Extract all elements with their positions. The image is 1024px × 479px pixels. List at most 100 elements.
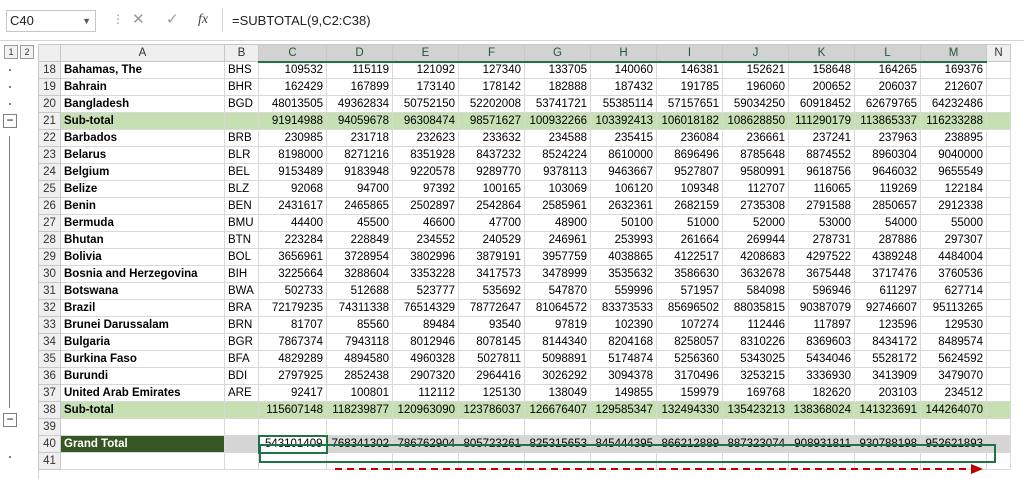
row-header[interactable]: 39 bbox=[38, 418, 61, 436]
row-header[interactable]: 36 bbox=[38, 367, 61, 385]
country-name-cell[interactable]: Belarus bbox=[60, 146, 225, 164]
empty-cell[interactable] bbox=[986, 333, 1011, 351]
column-header-k[interactable]: K bbox=[788, 44, 855, 63]
empty-cell[interactable] bbox=[986, 350, 1011, 368]
value-cell[interactable]: 2632361 bbox=[590, 197, 657, 215]
active-cell[interactable]: 543101409 bbox=[257, 434, 328, 454]
country-code-cell[interactable]: BFA bbox=[224, 350, 259, 368]
value-cell[interactable] bbox=[524, 418, 591, 436]
value-cell[interactable]: 8437232 bbox=[458, 146, 525, 164]
value-cell[interactable]: 571957 bbox=[656, 282, 723, 300]
column-header-d[interactable]: D bbox=[326, 44, 393, 63]
value-cell[interactable]: 53741721 bbox=[524, 95, 591, 113]
value-cell[interactable]: 535692 bbox=[458, 282, 525, 300]
country-code-cell[interactable] bbox=[224, 435, 259, 453]
country-name-cell[interactable]: Bermuda bbox=[60, 214, 225, 232]
value-cell[interactable]: 100932266 bbox=[524, 112, 591, 130]
value-cell[interactable]: 122184 bbox=[920, 180, 987, 198]
column-header-a[interactable]: A bbox=[60, 44, 225, 62]
country-name-cell[interactable]: Bangladesh bbox=[60, 95, 225, 113]
value-cell[interactable]: 53000 bbox=[788, 214, 855, 232]
value-cell[interactable]: 100165 bbox=[458, 180, 525, 198]
row-header[interactable]: 27 bbox=[38, 214, 61, 232]
value-cell[interactable]: 9463667 bbox=[590, 163, 657, 181]
country-name-cell[interactable]: Bolivia bbox=[60, 248, 225, 266]
value-cell[interactable]: 133705 bbox=[524, 61, 591, 79]
value-cell[interactable]: 52000 bbox=[722, 214, 789, 232]
value-cell[interactable]: 805723261 bbox=[458, 435, 525, 453]
value-cell[interactable]: 502733 bbox=[258, 282, 327, 300]
row-header[interactable]: 18 bbox=[38, 61, 61, 79]
value-cell[interactable]: 96308474 bbox=[392, 112, 459, 130]
value-cell[interactable]: 126676407 bbox=[524, 401, 591, 419]
value-cell[interactable]: 237241 bbox=[788, 129, 855, 147]
value-cell[interactable]: 2431617 bbox=[258, 197, 327, 215]
column-header-c[interactable]: C bbox=[258, 44, 327, 63]
country-name-cell[interactable]: Bulgaria bbox=[60, 333, 225, 351]
value-cell[interactable]: 4894580 bbox=[326, 350, 393, 368]
country-name-cell[interactable] bbox=[60, 418, 225, 436]
value-cell[interactable]: 141323691 bbox=[854, 401, 921, 419]
column-header-m[interactable]: M bbox=[920, 44, 987, 63]
value-cell[interactable]: 212607 bbox=[920, 78, 987, 96]
value-cell[interactable]: 98571627 bbox=[458, 112, 525, 130]
value-cell[interactable]: 768341302 bbox=[326, 435, 393, 453]
value-cell[interactable]: 269944 bbox=[722, 231, 789, 249]
column-header-f[interactable]: F bbox=[458, 44, 525, 63]
value-cell[interactable]: 236661 bbox=[722, 129, 789, 147]
value-cell[interactable]: 91914988 bbox=[258, 112, 327, 130]
value-cell[interactable]: 191785 bbox=[656, 78, 723, 96]
value-cell[interactable] bbox=[590, 418, 657, 436]
value-cell[interactable]: 158648 bbox=[788, 61, 855, 79]
empty-cell[interactable] bbox=[986, 418, 1011, 436]
value-cell[interactable]: 81064572 bbox=[524, 299, 591, 317]
value-cell[interactable]: 3728954 bbox=[326, 248, 393, 266]
value-cell[interactable]: 115119 bbox=[326, 61, 393, 79]
value-cell[interactable]: 4389248 bbox=[854, 248, 921, 266]
value-cell[interactable]: 116065 bbox=[788, 180, 855, 198]
value-cell[interactable]: 233632 bbox=[458, 129, 525, 147]
value-cell[interactable]: 8271216 bbox=[326, 146, 393, 164]
country-name-cell[interactable]: Barbados bbox=[60, 129, 225, 147]
row-header[interactable]: 24 bbox=[38, 163, 61, 181]
select-all-corner[interactable] bbox=[38, 44, 61, 62]
value-cell[interactable]: 512688 bbox=[326, 282, 393, 300]
value-cell[interactable]: 107274 bbox=[656, 316, 723, 334]
value-cell[interactable]: 2852438 bbox=[326, 367, 393, 385]
value-cell[interactable]: 234588 bbox=[524, 129, 591, 147]
country-code-cell[interactable] bbox=[224, 112, 259, 130]
value-cell[interactable]: 4484004 bbox=[920, 248, 987, 266]
chevron-down-icon[interactable]: ▼ bbox=[82, 11, 91, 31]
country-code-cell[interactable]: BHS bbox=[224, 61, 259, 79]
value-cell[interactable]: 117897 bbox=[788, 316, 855, 334]
value-cell[interactable]: 9646032 bbox=[854, 163, 921, 181]
value-cell[interactable]: 627714 bbox=[920, 282, 987, 300]
value-cell[interactable]: 182888 bbox=[524, 78, 591, 96]
value-cell[interactable]: 8012946 bbox=[392, 333, 459, 351]
value-cell[interactable]: 85560 bbox=[326, 316, 393, 334]
value-cell[interactable]: 55385114 bbox=[590, 95, 657, 113]
value-cell[interactable]: 132494330 bbox=[656, 401, 723, 419]
value-cell[interactable]: 3094378 bbox=[590, 367, 657, 385]
country-name-cell[interactable]: Bhutan bbox=[60, 231, 225, 249]
value-cell[interactable]: 3879191 bbox=[458, 248, 525, 266]
value-cell[interactable]: 4208683 bbox=[722, 248, 789, 266]
country-code-cell[interactable]: BRA bbox=[224, 299, 259, 317]
value-cell[interactable]: 48900 bbox=[524, 214, 591, 232]
value-cell[interactable]: 3675448 bbox=[788, 265, 855, 283]
value-cell[interactable]: 8524224 bbox=[524, 146, 591, 164]
value-cell[interactable]: 231718 bbox=[326, 129, 393, 147]
value-cell[interactable]: 8204168 bbox=[590, 333, 657, 351]
value-cell[interactable]: 74311338 bbox=[326, 299, 393, 317]
empty-cell[interactable] bbox=[986, 435, 1011, 453]
value-cell[interactable] bbox=[854, 418, 921, 436]
country-name-cell[interactable] bbox=[60, 452, 225, 470]
value-cell[interactable]: 88035815 bbox=[722, 299, 789, 317]
empty-cell[interactable] bbox=[986, 401, 1011, 419]
value-cell[interactable]: 116233288 bbox=[920, 112, 987, 130]
value-cell[interactable]: 232623 bbox=[392, 129, 459, 147]
value-cell[interactable]: 9618756 bbox=[788, 163, 855, 181]
empty-cell[interactable] bbox=[986, 95, 1011, 113]
value-cell[interactable]: 54000 bbox=[854, 214, 921, 232]
value-cell[interactable]: 2585961 bbox=[524, 197, 591, 215]
